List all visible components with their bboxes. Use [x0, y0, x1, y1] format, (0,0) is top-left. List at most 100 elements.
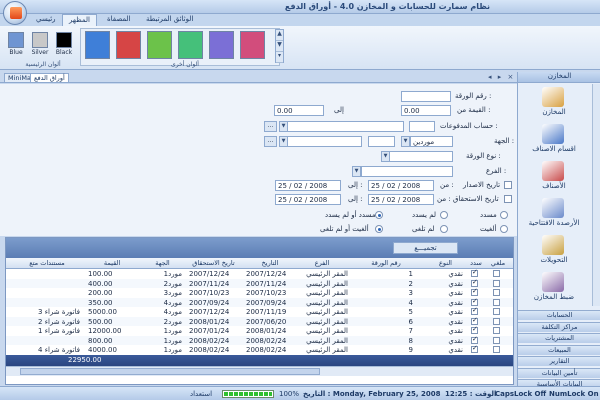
- cell-paid-checkbox[interactable]: [471, 297, 478, 306]
- gallery-scroll[interactable]: ▲ ▼ ▾: [275, 29, 284, 63]
- due-date-checkbox[interactable]: [504, 195, 512, 203]
- table-row[interactable]: نقدي 6 المقر الرئيسي 2007/06/20 2008/01/24 مو…: [6, 316, 513, 327]
- table-row[interactable]: نقدي 8 المقر الرئيسي 2008/02/24 2008/02/24 مو…: [6, 335, 513, 346]
- column-header[interactable]: القيمة: [86, 259, 138, 267]
- payments-account-name-input[interactable]: [287, 121, 404, 132]
- cell-canceled-checkbox[interactable]: [493, 270, 500, 277]
- other-color-swatch[interactable]: [147, 31, 172, 59]
- gallery-down-icon[interactable]: ▼: [276, 41, 283, 52]
- issue-date-from-picker[interactable]: 25 / 02 / 2008: [368, 180, 434, 191]
- paper-type-select[interactable]: [389, 151, 453, 162]
- nav-section-button[interactable]: المشتريات: [518, 333, 600, 343]
- cell-paid-checkbox[interactable]: [471, 306, 478, 315]
- grid-scroll-thumb[interactable]: [20, 368, 320, 375]
- issue-date-to-picker[interactable]: 25 / 02 / 2008: [275, 180, 341, 191]
- nav-section-button[interactable]: مراكز التكلفة: [518, 321, 600, 332]
- cell-canceled-checkbox[interactable]: [493, 279, 500, 287]
- app-menu-button[interactable]: [3, 1, 27, 25]
- column-header[interactable]: تاريخ الاستحقاق: [186, 259, 241, 267]
- other-color-swatch[interactable]: [116, 31, 141, 59]
- table-row[interactable]: نقدي 7 المقر الرئيسي 2008/01/24 2007/01/24 مو…: [6, 325, 513, 336]
- group-button[interactable]: تجميـــع: [393, 242, 458, 254]
- value-from-input[interactable]: 0.00: [401, 105, 451, 116]
- nav-item[interactable]: ضبط المخازن: [518, 271, 590, 311]
- column-header[interactable]: التاريخ: [246, 259, 294, 267]
- table-row[interactable]: نقدي 4 المقر الرئيسي 2007/09/24 2007/09/24 مو…: [6, 297, 513, 308]
- swatch-silver[interactable]: [32, 32, 48, 48]
- payments-account-dropdown[interactable]: ▼: [279, 121, 288, 132]
- issue-date-checkbox[interactable]: [504, 181, 512, 189]
- radio-canceled[interactable]: [500, 225, 508, 233]
- cell-paid-checkbox[interactable]: [471, 316, 478, 325]
- cell-canceled-checkbox[interactable]: [493, 327, 500, 334]
- other-color-swatch[interactable]: [85, 31, 110, 59]
- paper-no-input[interactable]: [401, 91, 451, 102]
- branch-dropdown[interactable]: ▼: [352, 166, 361, 177]
- radio-paid[interactable]: [500, 211, 508, 219]
- other-color-swatch[interactable]: [209, 31, 234, 59]
- tab-home[interactable]: رئيسي: [30, 14, 62, 26]
- table-row[interactable]: نقدي 9 المقر الرئيسي 2008/02/24 2008/02/24 مو…: [6, 344, 513, 355]
- radio-unpaid[interactable]: [440, 211, 448, 219]
- cell-canceled-checkbox[interactable]: [493, 346, 500, 353]
- cell-paid-checkbox[interactable]: [471, 325, 478, 334]
- party-browse-button[interactable]: …: [264, 136, 277, 147]
- payments-account-code-input[interactable]: [409, 121, 435, 132]
- party-dropdown[interactable]: ▼: [279, 136, 288, 147]
- column-header[interactable]: سدد: [467, 259, 485, 267]
- tab-filter[interactable]: المصفاة: [101, 14, 137, 26]
- column-header[interactable]: مستندات متع: [11, 259, 83, 267]
- cell-paid-checkbox[interactable]: [471, 335, 478, 344]
- nav-item[interactable]: الأرصدة الافتتاحية: [518, 197, 590, 237]
- document-window-controls[interactable]: ◂ ▸ ×: [488, 73, 515, 81]
- grid-horizontal-scrollbar[interactable]: [6, 366, 513, 376]
- column-header[interactable]: ملغي: [488, 259, 508, 267]
- tab-appearance[interactable]: المظهر: [62, 14, 97, 26]
- table-row[interactable]: نقدي 2 المقر الرئيسي 2007/11/24 2007/11/24 مو…: [6, 278, 513, 289]
- gallery-up-icon[interactable]: ▲: [276, 30, 283, 41]
- tab-linked-docs[interactable]: الوثائق المرتبطة: [140, 14, 199, 26]
- cell-paid-checkbox[interactable]: [471, 344, 478, 353]
- radio-not-canceled[interactable]: [440, 225, 448, 233]
- nav-section-button[interactable]: المبيعات: [518, 344, 600, 355]
- nav-section-button[interactable]: تأمين البيانات: [518, 367, 600, 378]
- column-header[interactable]: الفرع: [296, 259, 348, 267]
- cell-canceled-checkbox[interactable]: [493, 308, 500, 315]
- nav-item[interactable]: الأصناف: [518, 160, 590, 200]
- party-type-select[interactable]: موردين: [410, 136, 453, 147]
- cell-canceled-checkbox[interactable]: [493, 298, 500, 306]
- branch-select[interactable]: [361, 166, 453, 177]
- other-color-swatch[interactable]: [240, 31, 265, 59]
- paper-type-dropdown[interactable]: ▼: [381, 151, 390, 162]
- cell-paid-checkbox[interactable]: [471, 278, 478, 287]
- due-date-to-picker[interactable]: 25 / 02 / 2008: [275, 194, 341, 205]
- table-row[interactable]: نقدي 5 المقر الرئيسي 2007/11/19 2007/12/24 مو…: [6, 306, 513, 317]
- party-code-input[interactable]: [368, 136, 395, 147]
- table-row[interactable]: نقدي 1 المقر الرئيسي 2007/12/24 2007/12/24 مو…: [6, 268, 513, 279]
- column-header[interactable]: الجهة: [141, 259, 184, 267]
- cell-canceled-checkbox[interactable]: [493, 336, 500, 344]
- column-header[interactable]: النوع: [428, 259, 463, 267]
- due-date-from-picker[interactable]: 25 / 02 / 2008: [368, 194, 434, 205]
- swatch-black[interactable]: [56, 32, 72, 48]
- other-color-swatch[interactable]: [178, 31, 203, 59]
- payments-account-browse-button[interactable]: …: [264, 121, 277, 132]
- cell-paid-checkbox[interactable]: [471, 287, 478, 296]
- nav-item[interactable]: المخازن: [518, 86, 590, 126]
- radio-paid-or-unpaid[interactable]: [375, 211, 383, 219]
- party-type-dropdown[interactable]: ▼: [401, 136, 410, 147]
- value-to-input[interactable]: 0.00: [274, 105, 324, 116]
- nav-item[interactable]: اقسام الاصناف: [518, 123, 590, 163]
- table-row[interactable]: نقدي 3 المقر الرئيسي 2007/10/23 2007/10/23 مو…: [6, 287, 513, 298]
- cell-canceled-checkbox[interactable]: [493, 317, 500, 325]
- gallery-more-icon[interactable]: ▾: [276, 52, 283, 63]
- cell-paid-checkbox[interactable]: [471, 268, 478, 277]
- column-header[interactable]: رقم الورقة: [356, 259, 416, 267]
- nav-item[interactable]: التحويلات: [518, 234, 590, 274]
- radio-canceled-or-not[interactable]: [375, 225, 383, 233]
- swatch-blue[interactable]: [8, 32, 24, 48]
- nav-section-button[interactable]: التقارير: [518, 356, 600, 366]
- tab-payment-papers[interactable]: أوراق الدفع: [30, 73, 69, 83]
- nav-scrollbar[interactable]: [592, 84, 600, 306]
- cell-canceled-checkbox[interactable]: [493, 289, 500, 296]
